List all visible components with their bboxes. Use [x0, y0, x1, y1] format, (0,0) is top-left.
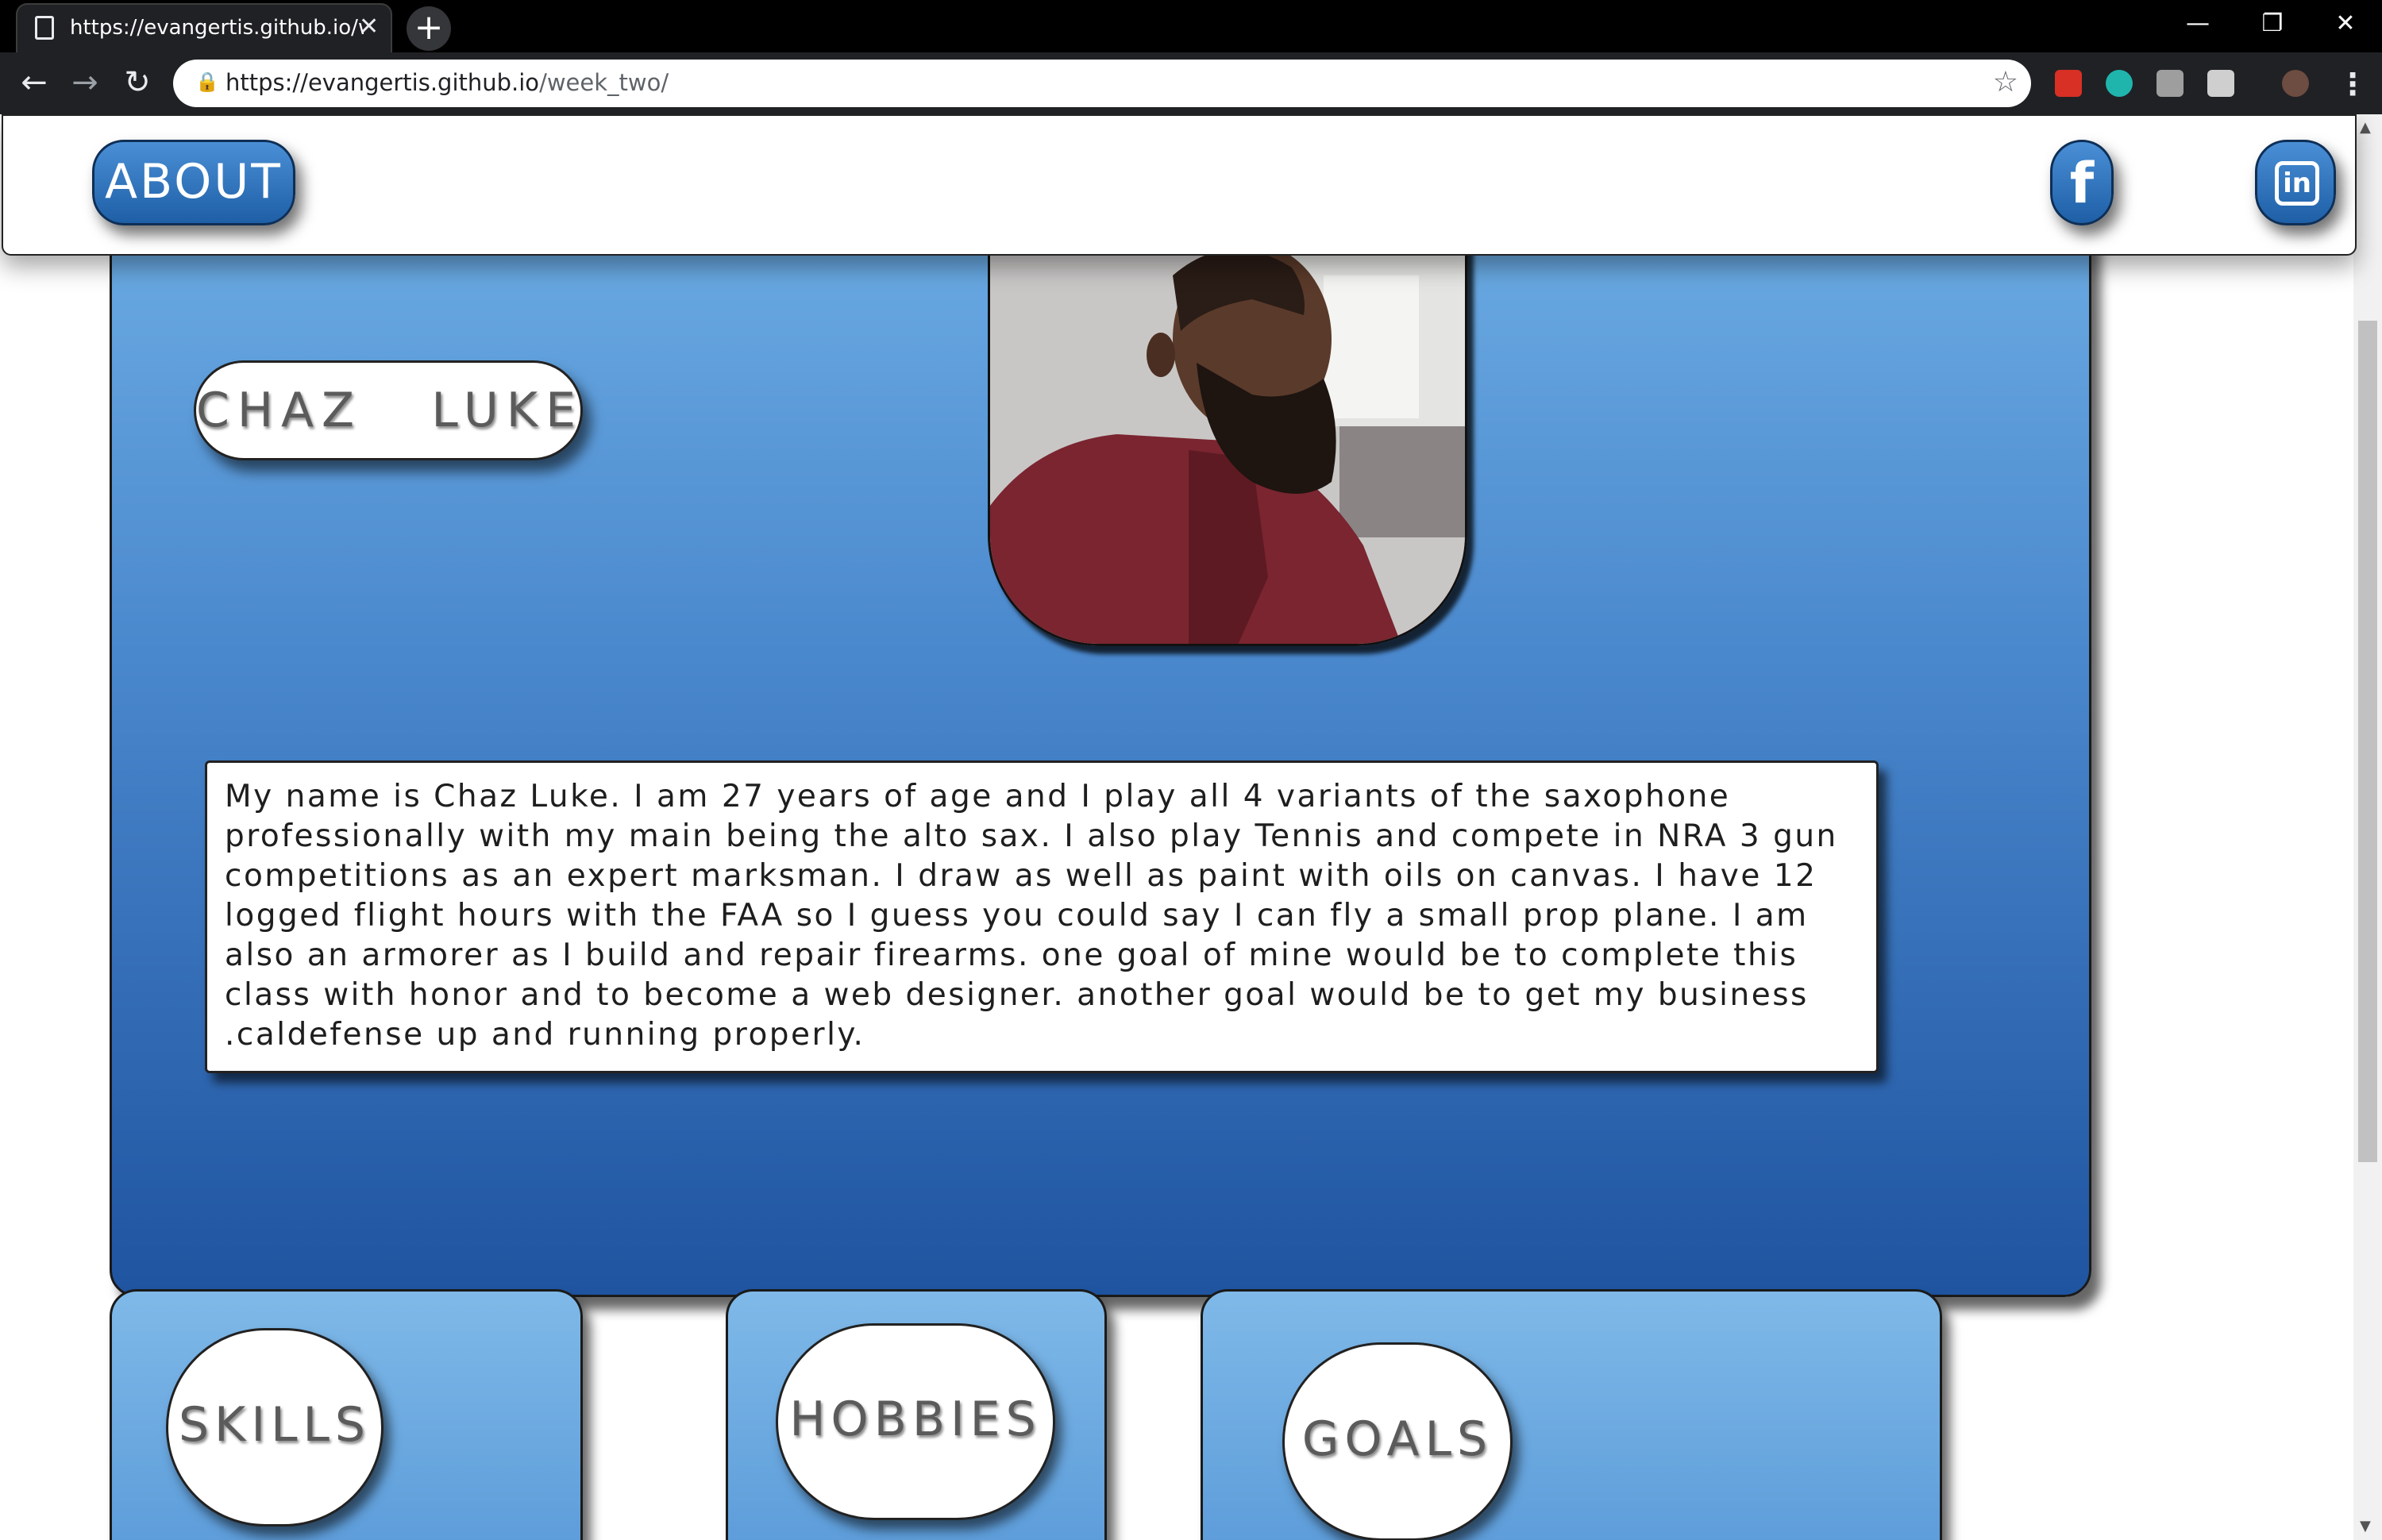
close-tab-icon[interactable]: ✕: [359, 13, 379, 41]
hobbies-heading[interactable]: HOBBIES: [776, 1323, 1055, 1520]
skills-card: SKILLS: [110, 1289, 583, 1540]
facebook-icon[interactable]: f: [2050, 140, 2114, 225]
site-header: ABOUT f in: [2, 114, 2357, 256]
cast-monitor-icon[interactable]: [2207, 70, 2234, 97]
scroll-up-icon[interactable]: ▲: [2360, 119, 2371, 136]
browser-tab-strip: https://evangertis.github.io/week_two/ ✕…: [0, 0, 2382, 52]
browser-tab[interactable]: https://evangertis.github.io/week_two/ ✕: [16, 3, 392, 52]
reload-icon[interactable]: ↻: [118, 64, 157, 103]
bio-text: My name is Chaz Luke. I am 27 years of a…: [205, 760, 1879, 1073]
about-button[interactable]: ABOUT: [92, 140, 295, 225]
linkedin-icon[interactable]: in: [2255, 140, 2336, 225]
forward-arrow-icon[interactable]: →: [65, 64, 105, 103]
minimize-button[interactable]: —: [2161, 0, 2234, 49]
scrollbar-thumb[interactable]: [2358, 321, 2377, 1162]
hobbies-card: HOBBIES: [726, 1289, 1107, 1540]
skills-heading[interactable]: SKILLS: [166, 1328, 384, 1527]
page-file-icon: [35, 16, 54, 40]
profile-avatar[interactable]: [2282, 70, 2309, 97]
profile-photo: [988, 241, 1467, 646]
page-scrollbar[interactable]: ▲ ▼: [2353, 114, 2382, 1540]
close-window-button[interactable]: ✕: [2309, 0, 2382, 49]
extension-teal-icon[interactable]: [2106, 70, 2133, 97]
address-bar[interactable]: 🔒 https://evangertis.github.io/week_two/…: [173, 60, 2031, 107]
restore-button[interactable]: ❐: [2236, 0, 2309, 49]
bookmark-star-icon[interactable]: ☆: [1993, 66, 2018, 98]
back-arrow-icon[interactable]: ←: [14, 64, 54, 103]
extension-gray-icon[interactable]: [2157, 70, 2184, 97]
scroll-down-icon[interactable]: ▼: [2360, 1518, 2371, 1534]
browser-menu-icon[interactable]: ⋮: [2338, 67, 2368, 102]
browser-toolbar: ← → ↻ 🔒 https://evangertis.github.io/wee…: [0, 52, 2382, 114]
extension-red-icon[interactable]: [2055, 70, 2082, 97]
tab-title: https://evangertis.github.io/week_two/: [70, 16, 364, 40]
profile-name: CHAZ LUKE: [194, 360, 583, 460]
goals-card: GOALS: [1201, 1289, 1942, 1540]
url-text: https://evangertis.github.io/week_two/: [225, 69, 669, 96]
lock-icon: 🔒: [195, 71, 219, 93]
linkedin-glyph: in: [2275, 161, 2319, 206]
new-tab-button[interactable]: +: [407, 6, 451, 51]
goals-heading[interactable]: GOALS: [1282, 1342, 1513, 1540]
page-viewport: ABOUT f in CHAZ LUKE My name is Chaz Luk…: [0, 114, 2382, 1540]
